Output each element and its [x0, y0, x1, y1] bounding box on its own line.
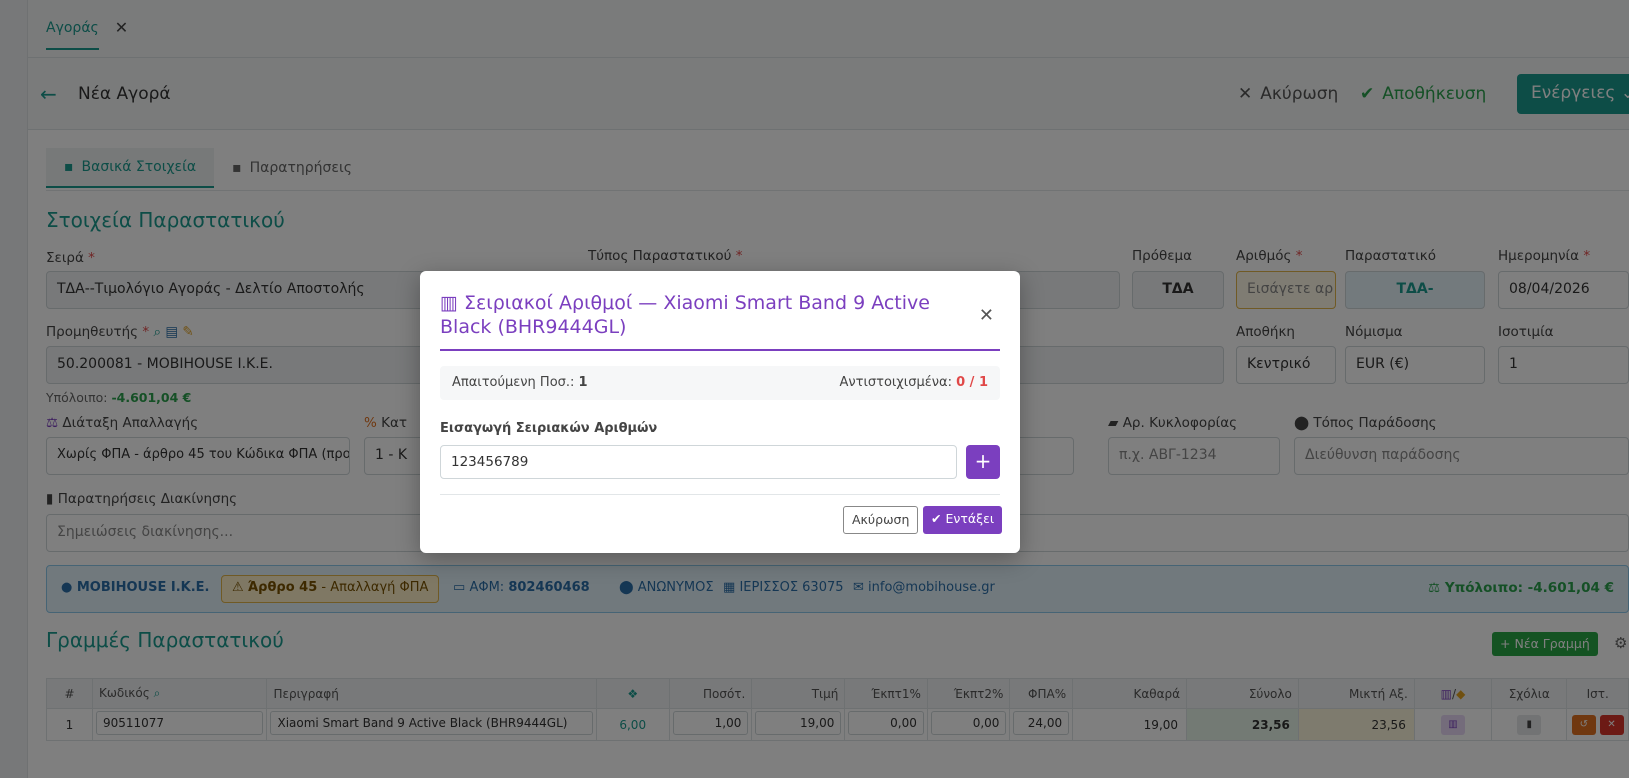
serial-number-input[interactable]: 123456789 [440, 445, 957, 479]
serial-input-label: Εισαγωγή Σειριακών Αριθμών [440, 421, 658, 436]
app: Αγοράς ✕ ← Νέα Αγορά ✕ Ακύρωση ✔ Αποθήκε… [0, 0, 1629, 778]
required-quantity: Απαιτούμενη Ποσ.: 1 [452, 375, 588, 390]
modal-cancel-button[interactable]: Ακύρωση [843, 506, 919, 534]
modal-title-rule [440, 349, 1000, 351]
close-icon[interactable]: ✕ [979, 305, 994, 326]
matched-count: Αντιστοιχισμένα: 0 / 1 [839, 375, 989, 390]
barcode-icon: ▥ [440, 292, 458, 314]
add-serial-button[interactable]: + [966, 445, 1000, 479]
serial-summary-box: Απαιτούμενη Ποσ.: 1 Αντιστοιχισμένα: 0 /… [440, 366, 1000, 400]
modal-ok-button[interactable]: ✔ Εντάξει [923, 506, 1003, 534]
check-icon: ✔ [931, 511, 942, 526]
modal-footer-rule [440, 494, 1000, 495]
serial-numbers-modal: ▥ Σειριακοί Αριθμοί — Xiaomi Smart Band … [420, 271, 1020, 553]
modal-title: ▥ Σειριακοί Αριθμοί — Xiaomi Smart Band … [440, 292, 930, 338]
plus-icon: + [974, 449, 992, 473]
